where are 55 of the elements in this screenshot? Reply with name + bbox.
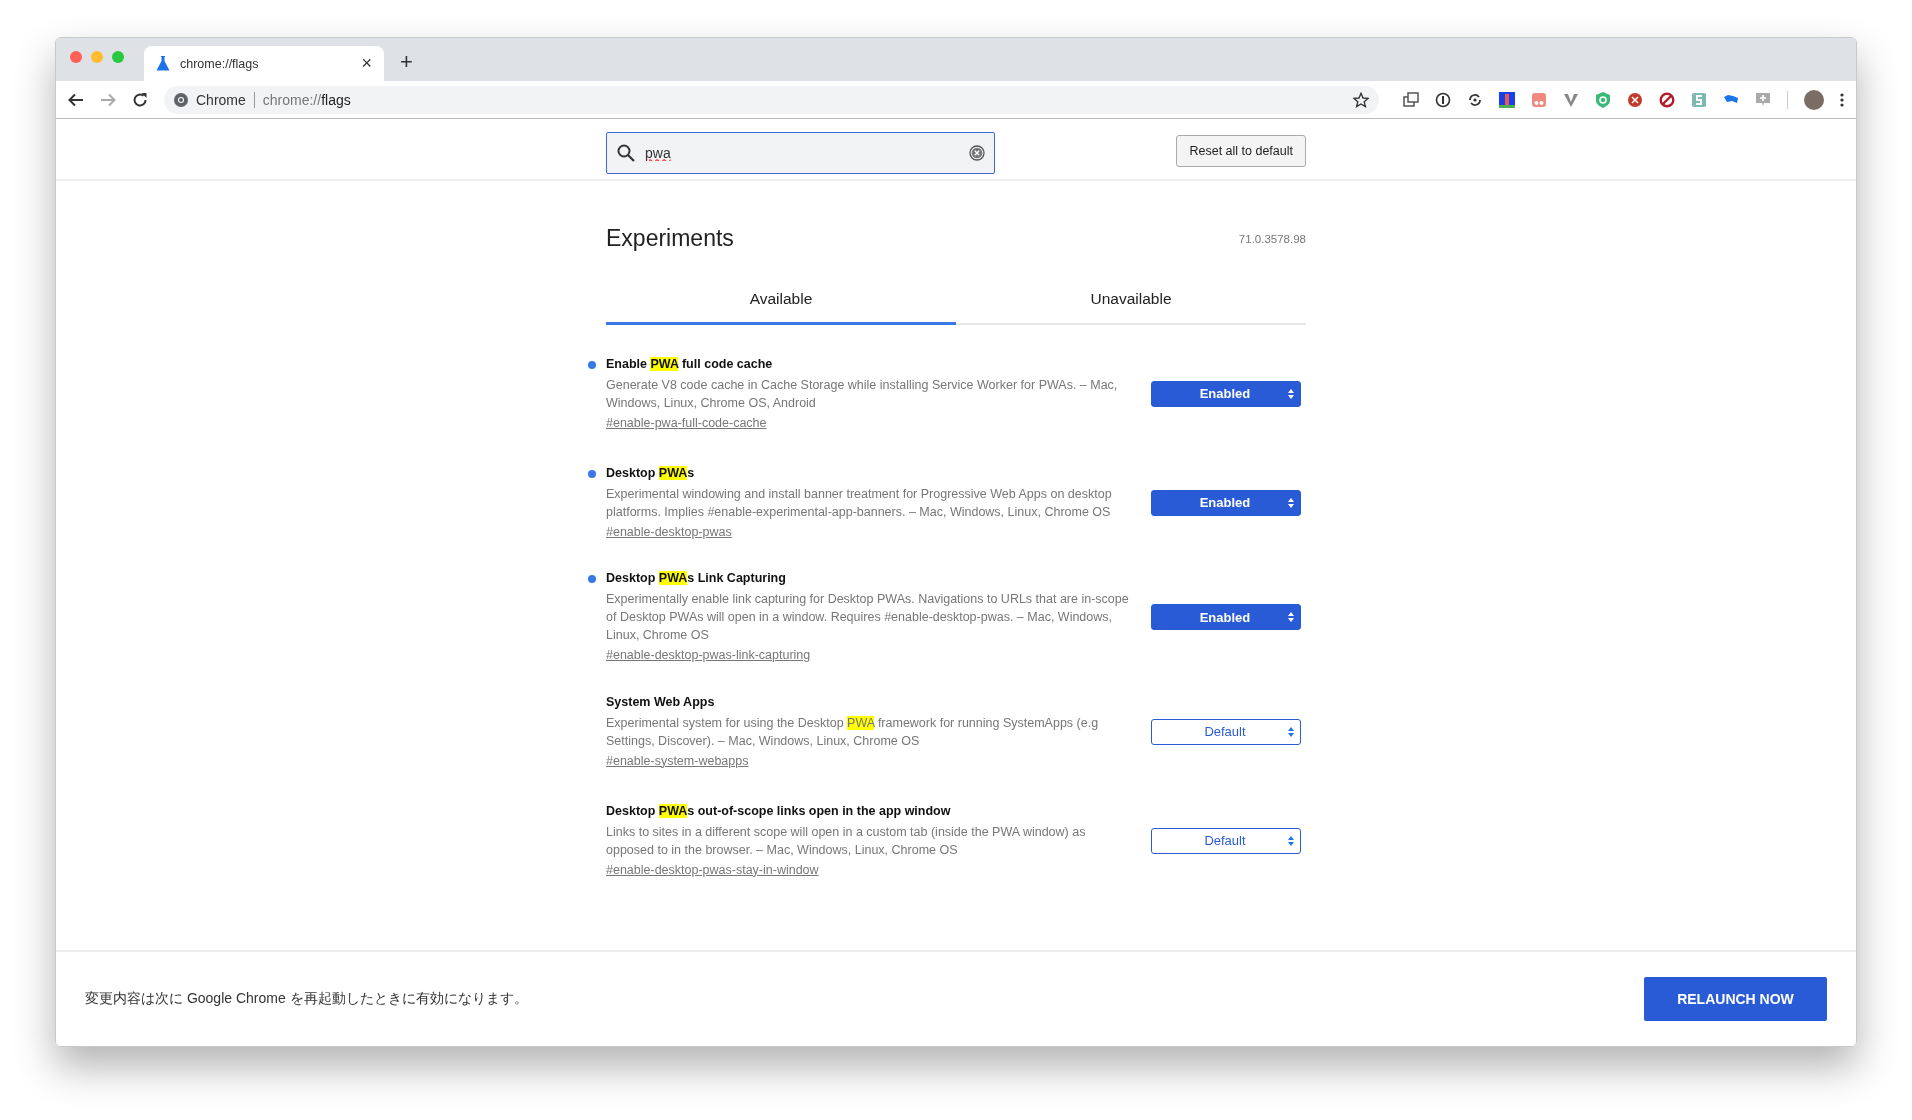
v-shape-icon[interactable] (1563, 91, 1579, 108)
up-down-arrows-icon (1288, 726, 1294, 737)
info-circle-icon[interactable] (1435, 91, 1451, 108)
profile-avatar[interactable] (1804, 89, 1824, 110)
new-tab-button[interactable]: + (400, 49, 413, 75)
flask-icon (156, 56, 170, 71)
clear-icon[interactable] (969, 144, 985, 161)
feature-title: Desktop PWAs Link Capturing (606, 571, 787, 585)
lighthouse-icon[interactable] (1499, 91, 1515, 108)
relaunch-message: 変更内容は次に Google Chrome を再起動したときに有効になります。 (85, 990, 528, 1008)
up-down-arrows-icon (1288, 835, 1294, 846)
feature-link[interactable]: #enable-desktop-pwas-stay-in-window (606, 862, 819, 877)
back-icon[interactable] (68, 91, 84, 108)
search-icon (617, 143, 635, 162)
menu-icon[interactable] (1840, 92, 1844, 107)
browser-tab[interactable]: chrome://flags × (144, 46, 384, 81)
page-heading: Experiments (606, 225, 734, 252)
relaunch-button[interactable]: RELAUNCH NOW (1644, 977, 1827, 1021)
state-dropdown[interactable]: Default (1151, 827, 1301, 854)
site-label: Chrome (196, 91, 246, 108)
sync-icon[interactable] (1467, 91, 1483, 108)
up-down-arrows-icon (1288, 497, 1294, 508)
up-down-arrows-icon (1288, 612, 1294, 622)
state-dropdown[interactable]: Enabled (1151, 604, 1301, 630)
chrome-logo-icon (174, 92, 188, 107)
feature-description: Generate V8 code cache in Cache Storage while installing Service Worker for PWAs. – Mac, Windows, Linux, Chrome OS, Android (606, 376, 1119, 412)
up-down-arrows-icon (1288, 388, 1294, 399)
bookmark-star-icon[interactable] (1353, 91, 1369, 108)
feature-description: Links to sites in a different scope will open in a custom tab (inside the PWA window) as opposed to in the browser. – Mac, Windows, Linux, Chrome OS (606, 823, 1087, 859)
state-dropdown[interactable]: Default (1151, 718, 1301, 745)
feature-link[interactable]: #enable-desktop-pwas-link-capturing (606, 648, 811, 662)
search-field[interactable]: pwa (606, 131, 995, 174)
windows-icon[interactable] (1403, 91, 1419, 108)
feature-title: Desktop PWAs out-of-scope links open in the app window (606, 803, 952, 818)
reset-all-button[interactable]: Reset all to default (1176, 134, 1306, 167)
tab[interactable]: Available (606, 290, 956, 325)
feature-link[interactable]: #enable-system-webapps (606, 753, 749, 768)
tab[interactable]: Unavailable (956, 290, 1306, 325)
feature-link[interactable]: #enable-desktop-pwas (606, 524, 732, 539)
state-dropdown[interactable]: Enabled (1151, 380, 1301, 407)
tab-title: chrome://flags (180, 56, 260, 71)
feature-link[interactable]: #enable-pwa-full-code-cache (606, 415, 767, 430)
state-dropdown[interactable]: Enabled (1151, 489, 1301, 516)
feature-description: Experimental windowing and install banner treatment for Progressive Web Apps on desktop platforms. Implies #enable-experimental-app-banners. – Mac, Windows, Linux, Chrome OS (606, 485, 1113, 521)
feature-title: System Web Apps (606, 694, 716, 709)
block-icon[interactable] (1659, 91, 1675, 108)
url-text: chrome://flags (262, 91, 352, 108)
two-dots-icon[interactable] (1531, 91, 1547, 108)
close-tab-button[interactable]: × (361, 53, 372, 74)
feature-description: Experimentally enable link capturing for Desktop PWAs. Navigations to URLs that are in-scope of Desktop PWAs will open in a window. Requires #enable-desktop-pwas. – Mac, Windows, Linux, Chrome OS (606, 591, 1130, 644)
cross-circle-icon[interactable] (1627, 91, 1643, 108)
version-label: 71.0.3578.98 (1238, 232, 1306, 245)
feature-title: Desktop PWAs (606, 465, 696, 480)
reload-icon[interactable] (132, 91, 148, 108)
address-bar[interactable]: Chrome chrome://flags (164, 85, 1379, 114)
